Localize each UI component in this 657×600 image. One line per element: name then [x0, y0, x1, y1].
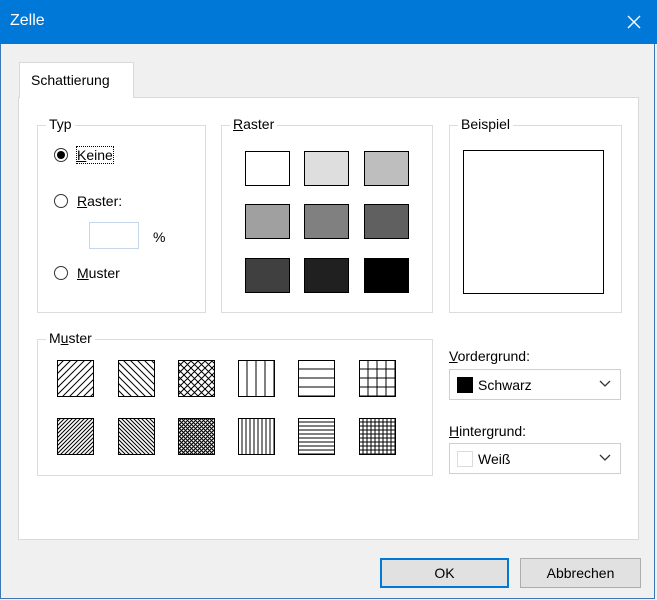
beispiel-preview — [463, 150, 604, 294]
pattern-wide-horizontal[interactable] — [298, 360, 335, 397]
hintergrund-label: Hintergrund: — [449, 423, 527, 439]
pattern-dense-diagonal-cross[interactable] — [178, 418, 215, 455]
ok-button[interactable]: OK — [380, 558, 509, 588]
chevron-down-icon — [599, 380, 611, 387]
radio-circle — [54, 148, 68, 162]
pattern-wide-diagonal-down[interactable] — [118, 360, 155, 397]
close-button[interactable] — [611, 0, 657, 44]
cancel-button[interactable]: Abbrechen — [520, 558, 641, 588]
beispiel-group-title: Beispiel — [458, 116, 514, 132]
vordergrund-select[interactable]: Schwarz — [449, 369, 621, 400]
vordergrund-value: Schwarz — [478, 377, 532, 393]
raster-swatch[interactable] — [304, 151, 349, 186]
tab-schattierung[interactable]: Schattierung — [19, 62, 134, 98]
pattern-wide-vertical[interactable] — [238, 360, 275, 397]
raster-swatch[interactable] — [245, 204, 290, 239]
radio-circle — [54, 266, 68, 280]
pattern-dense-vertical[interactable] — [238, 418, 275, 455]
hintergrund-select[interactable]: Weiß — [449, 443, 621, 474]
pattern-wide-grid[interactable] — [359, 360, 396, 397]
chevron-down-icon — [599, 454, 611, 461]
color-swatch — [457, 451, 473, 467]
window-title: Zelle — [10, 12, 45, 29]
raster-percent-input[interactable] — [89, 222, 139, 249]
radio-raster-label: Raster: — [77, 193, 123, 209]
hintergrund-value: Weiß — [478, 451, 511, 467]
cancel-button-label: Abbrechen — [546, 565, 615, 581]
muster-group-title: Muster — [46, 330, 95, 346]
raster-swatch[interactable] — [364, 258, 409, 293]
tab-label: Schattierung — [31, 72, 110, 88]
typ-group-title: Typ — [46, 116, 75, 132]
ok-button-label: OK — [434, 565, 455, 581]
close-icon — [627, 15, 641, 29]
percent-sign: % — [153, 229, 166, 245]
raster-swatch[interactable] — [364, 204, 409, 239]
color-swatch — [457, 377, 473, 393]
pattern-dense-horizontal[interactable] — [298, 418, 335, 455]
vordergrund-label: Vordergrund: — [449, 348, 530, 364]
radio-dot — [57, 151, 65, 159]
radio-raster[interactable]: Raster: — [54, 193, 122, 209]
radio-keine-label: Keine — [76, 146, 114, 164]
radio-muster-label: Muster — [77, 265, 120, 281]
raster-group-title: Raster — [230, 116, 278, 132]
pattern-wide-diagonal-up[interactable] — [57, 360, 94, 397]
radio-keine[interactable]: Keine — [54, 146, 114, 164]
raster-swatch[interactable] — [245, 258, 290, 293]
title-bar: Zelle — [0, 0, 657, 44]
pattern-wide-diagonal-cross[interactable] — [178, 360, 215, 397]
raster-swatch[interactable] — [304, 204, 349, 239]
raster-swatch[interactable] — [245, 151, 290, 186]
radio-circle — [54, 194, 68, 208]
pattern-dense-diagonal-down[interactable] — [118, 418, 155, 455]
radio-muster[interactable]: Muster — [54, 265, 120, 281]
raster-swatch[interactable] — [364, 151, 409, 186]
raster-swatch[interactable] — [304, 258, 349, 293]
pattern-dense-grid[interactable] — [359, 418, 396, 455]
pattern-dense-diagonal-up[interactable] — [57, 418, 94, 455]
